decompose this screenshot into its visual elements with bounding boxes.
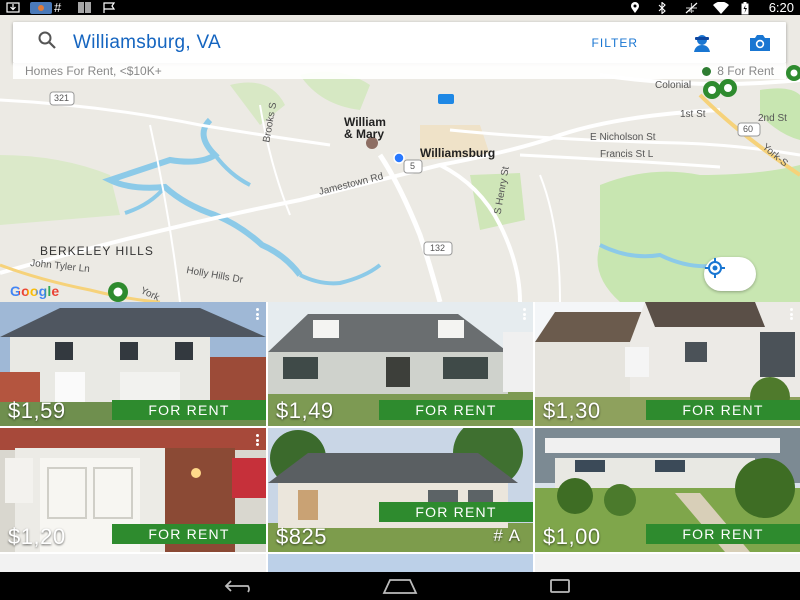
listing-card[interactable]: FOR RENT $825 # A [268, 428, 533, 552]
overflow-menu-icon[interactable] [256, 308, 259, 320]
listing-card[interactable]: FOR RENT $1,49 [268, 302, 533, 426]
map-label: BERKELEY HILLS [40, 244, 154, 258]
listing-price: $1,20 [8, 524, 66, 549]
overflow-menu-icon[interactable] [523, 308, 526, 320]
download-icon [6, 2, 20, 13]
listing-card[interactable] [0, 554, 266, 572]
map-pin[interactable] [719, 79, 737, 97]
map-pin[interactable] [703, 81, 721, 99]
map-label: Colonial [655, 80, 692, 91]
route-shield: 60 [743, 124, 754, 134]
map-pin[interactable] [108, 282, 128, 302]
airplane-mode-icon [685, 2, 699, 14]
listing-price: $1,49 [276, 398, 334, 423]
my-location-button[interactable] [704, 257, 756, 291]
listing-card[interactable]: FOR RENT $1,59 [0, 302, 266, 426]
for-rent-badge: FOR RENT [112, 400, 266, 420]
home-icon[interactable] [380, 576, 420, 596]
clock-time: 6:20 [768, 0, 794, 15]
listing-card[interactable]: FOR RENT $1,20 [0, 428, 266, 552]
search-bar[interactable]: Williamsburg, VA FILTER [13, 22, 786, 63]
results-count: 8 For Rent [702, 64, 774, 78]
for-rent-badge: FOR RENT [646, 524, 800, 544]
agent-icon[interactable] [690, 31, 714, 55]
listing-card[interactable]: FOR RENT $1,00 [535, 428, 800, 552]
hashtag-icon: # [54, 0, 62, 15]
results-summary-bar: Homes For Rent, <$10K+ 8 For Rent [13, 63, 786, 79]
listing-price: $1,30 [543, 398, 601, 423]
search-icon[interactable] [37, 30, 57, 55]
search-summary: Homes For Rent, <$10K+ [25, 64, 162, 78]
google-logo: Google [10, 283, 59, 299]
app-notification-icon [30, 2, 52, 14]
status-bar: # 6:20 [0, 0, 800, 15]
for-rent-dot-icon [702, 66, 712, 76]
route-shield: 321 [54, 93, 70, 103]
app-screen: # 6:20 William & Mary Williamsburg BERKE… [0, 0, 800, 600]
listing-card[interactable]: FOR RENT $1,30 [535, 302, 800, 426]
barcode-icon [78, 2, 92, 13]
search-query[interactable]: Williamsburg, VA [73, 32, 221, 54]
filter-button[interactable]: FILTER [592, 36, 638, 50]
recents-icon[interactable] [540, 576, 580, 596]
overflow-menu-icon[interactable] [256, 434, 259, 446]
location-icon [629, 2, 643, 13]
back-icon[interactable] [220, 576, 260, 596]
listing-card[interactable] [268, 554, 533, 572]
listing-price: $825 [276, 524, 327, 549]
for-rent-badge: FOR RENT [646, 400, 800, 420]
for-rent-badge: FOR RENT [112, 524, 266, 544]
current-location-dot [393, 152, 405, 164]
battery-icon [741, 2, 755, 15]
map-label: Francis St L [600, 149, 654, 160]
map-label: 1st St [680, 109, 706, 120]
unit-tag: # A [493, 526, 521, 545]
map-label: & Mary [344, 127, 385, 141]
listing-price: $1,00 [543, 524, 601, 549]
system-nav-bar [0, 572, 800, 600]
listing-card[interactable] [535, 554, 800, 572]
flag-icon [102, 2, 116, 13]
results-count-label: 8 For Rent [717, 64, 774, 78]
map-label: E Nicholson St [590, 132, 656, 143]
for-rent-badge: FOR RENT [379, 502, 533, 522]
map-pin[interactable] [786, 65, 800, 81]
route-shield: 132 [430, 243, 446, 253]
bluetooth-icon [657, 1, 671, 15]
overflow-menu-icon[interactable] [790, 308, 793, 320]
for-rent-badge: FOR RENT [379, 400, 533, 420]
route-shield: 5 [410, 161, 416, 171]
google-logo-text: Google [10, 283, 60, 299]
wifi-icon [712, 1, 729, 14]
map-label: Williamsburg [420, 146, 496, 160]
map-label: 2nd St [758, 113, 787, 124]
camera-icon[interactable] [748, 31, 772, 55]
listing-price: $1,59 [8, 398, 66, 423]
listing-grid: FOR RENT $1,59 FOR RENT $1,49 FOR RENT $… [0, 302, 800, 572]
